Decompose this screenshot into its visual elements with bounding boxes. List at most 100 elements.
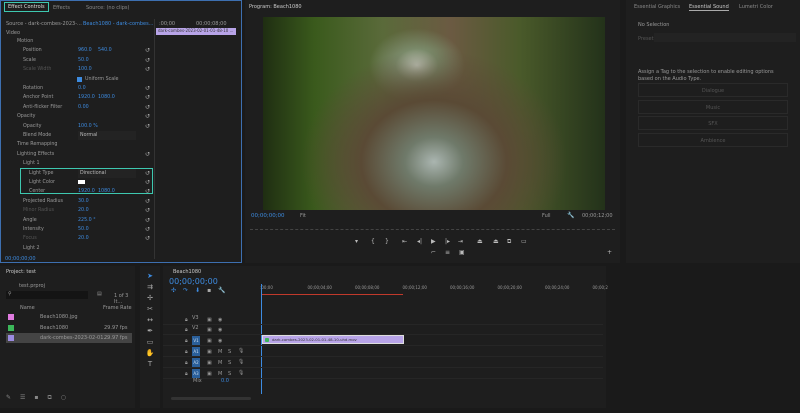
tab-source[interactable]: Source: (no clips) xyxy=(86,5,129,11)
property-row[interactable]: Scale 50.0 ↺ xyxy=(1,56,151,65)
work-area-bar[interactable] xyxy=(262,294,403,295)
property-value[interactable]: 960.0 xyxy=(78,46,92,55)
property-value[interactable]: Normal xyxy=(78,131,136,140)
track-header[interactable]: 🔒︎ A3 ▣ M S 🎙︎ xyxy=(163,369,603,379)
lock-icon[interactable]: 🔒︎ xyxy=(185,349,188,355)
sync-lock-icon[interactable]: ▣ xyxy=(207,349,212,355)
tag-button-music[interactable]: Music xyxy=(638,99,788,114)
export-frame-icon[interactable]: ⧉ xyxy=(507,238,511,246)
property-row[interactable]: Projected Radius 30.0 ↺ xyxy=(1,197,151,206)
track-header[interactable]: 🔒︎ A2 ▣ M S 🎙︎ xyxy=(163,358,603,368)
horizontal-zoom-scrollbar[interactable] xyxy=(171,397,251,400)
property-value[interactable]: 225.0 ° xyxy=(78,216,96,225)
track-header[interactable]: 🔒︎ V3 ▣ ◉ xyxy=(163,315,603,325)
quality-dropdown[interactable]: Full xyxy=(542,213,551,219)
hand-tool-icon[interactable]: ✋ xyxy=(140,349,160,357)
tab-effects[interactable]: Effects xyxy=(53,5,70,11)
mute-icon[interactable]: M xyxy=(218,349,222,355)
solo-icon[interactable]: S xyxy=(228,349,231,355)
track-header[interactable]: 🔒︎ A1 ▣ M S 🎙︎ xyxy=(163,347,603,357)
lock-icon[interactable]: 🔒︎ xyxy=(185,317,188,323)
project-item[interactable]: dark-combes-2023-02-01... 29.97 fps xyxy=(6,333,132,343)
lock-icon[interactable]: 🔒︎ xyxy=(185,327,188,333)
mix-value[interactable]: 0.0 xyxy=(221,378,229,384)
tab-effect-controls[interactable]: Effect Controls xyxy=(4,2,49,12)
reset-icon[interactable]: ↺ xyxy=(145,216,150,225)
program-timecode[interactable]: 00;00;00;00 xyxy=(251,213,285,219)
property-value[interactable]: 100.0 xyxy=(78,65,92,74)
mark-in-icon[interactable]: { xyxy=(371,238,375,245)
solo-icon[interactable]: S xyxy=(228,371,231,377)
property-value-2[interactable]: 540.0 xyxy=(98,46,112,55)
reset-icon[interactable]: ↺ xyxy=(145,234,150,243)
column-name[interactable]: Name xyxy=(20,305,35,311)
go-to-out-icon[interactable]: ⇥ xyxy=(458,238,463,245)
property-row[interactable]: Opacity ↺ xyxy=(1,112,151,121)
property-row[interactable]: Light 1 xyxy=(1,159,151,168)
ripple-edit-tool-icon[interactable]: ✢ xyxy=(140,294,160,302)
timeline-tools[interactable]: ✣↷⬇▪🔧 xyxy=(171,287,233,294)
reset-icon[interactable]: ↺ xyxy=(145,197,150,206)
lock-icon[interactable]: 🔒︎ xyxy=(185,360,188,366)
track-header[interactable]: 🔒︎ V2 ▣ ◉ xyxy=(163,325,603,335)
selection-tool-icon[interactable]: ➤ xyxy=(140,272,160,280)
reset-icon[interactable]: ↺ xyxy=(145,112,150,121)
property-row[interactable]: Opacity 100.0 % ↺ xyxy=(1,122,151,131)
column-frame-rate[interactable]: Frame Rate xyxy=(103,305,132,311)
property-row[interactable]: Anti-flicker Filter 0.00 ↺ xyxy=(1,103,151,112)
eye-icon[interactable]: ◉ xyxy=(218,317,222,323)
track-target[interactable]: V1 xyxy=(192,336,200,345)
lift-icon[interactable]: ⏏ xyxy=(477,238,483,245)
property-row[interactable]: Position 960.0 540.0 ↺ xyxy=(1,46,151,55)
slip-tool-icon[interactable]: ↔ xyxy=(140,316,160,324)
new-bin-icon[interactable]: ▤ xyxy=(97,291,102,297)
tag-button-sfx[interactable]: SFX xyxy=(638,116,788,130)
property-value[interactable]: 50.0 xyxy=(78,56,89,65)
property-value[interactable]: 20.0 xyxy=(78,234,89,243)
property-row[interactable]: Lighting Effects ↺ xyxy=(1,150,151,159)
reset-icon[interactable]: ↺ xyxy=(145,56,150,65)
step-forward-icon[interactable]: |▸ xyxy=(445,238,450,245)
wrench-icon[interactable]: 🔧 xyxy=(567,212,574,219)
uniform-scale-checkbox[interactable] xyxy=(77,76,82,82)
sync-lock-icon[interactable]: ▣ xyxy=(207,317,212,323)
property-value[interactable]: 100.0 % xyxy=(78,122,98,131)
project-footer-tools[interactable]: ✎☰▪⧉○ xyxy=(6,394,75,402)
property-row[interactable]: Anchor Point 1920.0 1080.0 ↺ xyxy=(1,93,151,102)
preset-dropdown[interactable] xyxy=(654,33,796,42)
go-to-in-icon[interactable]: ⇤ xyxy=(402,238,407,245)
track-target[interactable]: A2 xyxy=(192,358,200,367)
track-target[interactable]: V3 xyxy=(192,315,199,321)
project-item[interactable]: Beach1080 29.97 fps xyxy=(6,323,132,333)
mark-out-icon[interactable]: } xyxy=(385,238,389,245)
track-target[interactable]: A1 xyxy=(192,347,200,356)
reset-icon[interactable]: ↺ xyxy=(145,93,150,102)
solo-icon[interactable]: S xyxy=(228,360,231,366)
track-select-tool-icon[interactable]: ⇉ xyxy=(140,283,160,291)
sequence-tab[interactable]: Beach1080 xyxy=(173,269,201,275)
timeline-clip[interactable]: dark-combes-2023-02-01-01-48-10-uhd.mov xyxy=(262,335,404,344)
lock-icon[interactable]: 🔒︎ xyxy=(185,338,188,344)
property-row[interactable]: Light 2 xyxy=(1,244,151,253)
lock-icon[interactable]: 🔒︎ xyxy=(185,371,188,377)
property-row[interactable]: Minor Radius 20.0 ↺ xyxy=(1,206,151,215)
property-value[interactable]: 0.0 xyxy=(78,84,86,93)
property-row[interactable]: Scale Width 100.0 ↺ xyxy=(1,65,151,74)
fit-dropdown[interactable]: Fit xyxy=(300,213,306,219)
reset-icon[interactable]: ↺ xyxy=(145,150,150,159)
mini-timeline-clip[interactable]: dark-combes-2023-02-01-01-48-10 ... xyxy=(156,28,236,35)
add-button-icon[interactable]: + xyxy=(607,249,612,256)
insert-icon[interactable]: ⌐ xyxy=(431,249,436,256)
property-value[interactable]: 20.0 xyxy=(78,206,89,215)
property-value[interactable]: 50.0 xyxy=(78,225,89,234)
extract-icon[interactable]: ⏏ xyxy=(493,238,499,245)
property-row[interactable]: Uniform Scale xyxy=(1,75,151,84)
property-row[interactable]: Angle 225.0 ° ↺ xyxy=(1,216,151,225)
razor-tool-icon[interactable]: ✂ xyxy=(140,305,160,313)
sync-lock-icon[interactable]: ▣ xyxy=(207,338,212,344)
tag-button-ambience[interactable]: Ambience xyxy=(638,132,788,147)
microphone-icon[interactable]: 🎙︎ xyxy=(238,370,244,376)
clip-select[interactable]: Beach1080 - dark-combes... xyxy=(83,21,154,27)
reset-icon[interactable]: ↺ xyxy=(145,65,150,74)
step-back-icon[interactable]: ◂| xyxy=(417,238,422,245)
